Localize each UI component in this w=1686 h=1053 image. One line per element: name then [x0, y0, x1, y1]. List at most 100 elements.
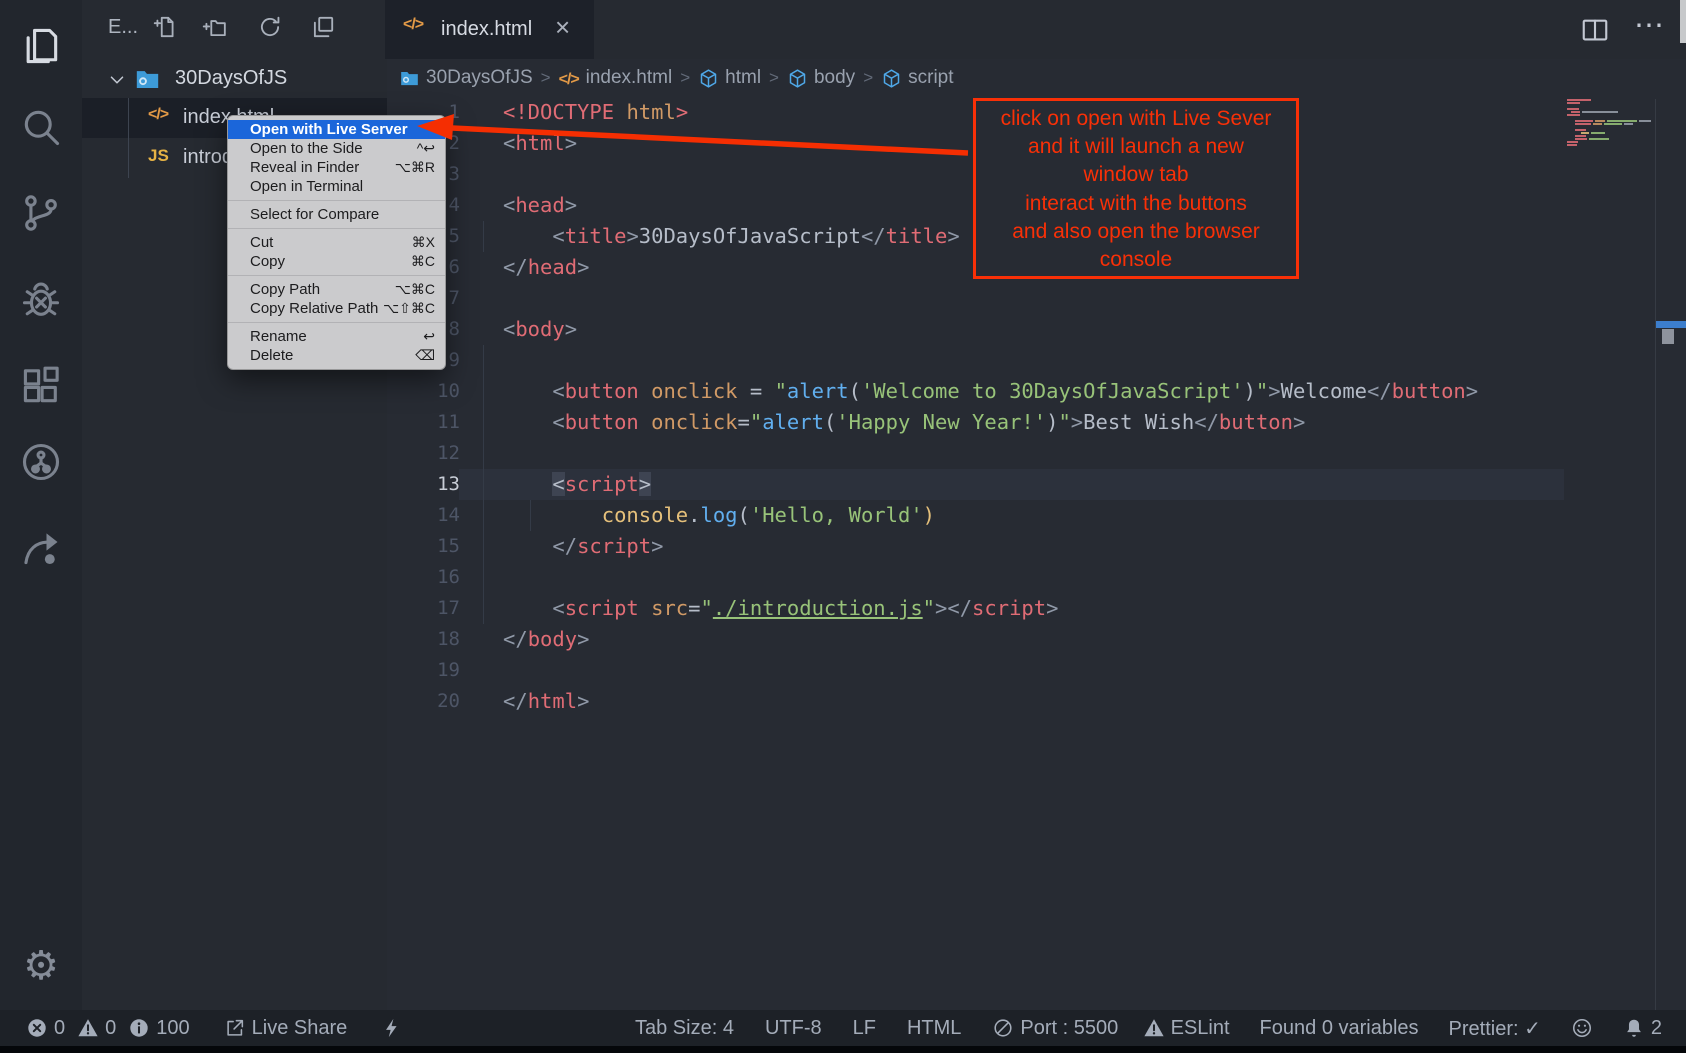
status-100[interactable]: 100	[128, 1017, 189, 1040]
status-port-5500[interactable]: Port : 5500	[992, 1017, 1118, 1040]
code-text: </head>	[503, 252, 589, 283]
code-line[interactable]: 20</html>	[387, 686, 1686, 717]
activity-live-share-circle-button[interactable]	[19, 440, 63, 484]
status-0[interactable]: 0	[26, 1017, 65, 1040]
breadcrumb-item-body[interactable]: body	[787, 67, 855, 89]
menu-item-label: Select for Compare	[250, 205, 379, 224]
menu-item-select-for-compare[interactable]: Select for Compare	[228, 205, 445, 224]
activity-share-button[interactable]	[19, 525, 63, 569]
code-line[interactable]: 12	[387, 438, 1686, 469]
code-line[interactable]: 16	[387, 562, 1686, 593]
code-text: <title>30DaysOfJavaScript</title>	[503, 221, 960, 252]
status-2[interactable]: 2	[1623, 1017, 1662, 1040]
code-text: <script>	[503, 469, 651, 500]
menu-item-open-with-live-server[interactable]: Open with Live Server	[228, 120, 445, 139]
line-number: 13	[387, 469, 460, 500]
breadcrumb-item-html[interactable]: html	[698, 67, 761, 89]
code-line[interactable]: 18</body>	[387, 624, 1686, 655]
code-line[interactable]: 14 console.log('Hello, World')	[387, 500, 1686, 531]
refresh-icon[interactable]	[257, 14, 283, 40]
live-share-circle-icon	[19, 440, 63, 484]
split-editor-icon[interactable]	[1580, 15, 1610, 45]
indent-guide	[483, 407, 484, 438]
code-line[interactable]: 17 <script src="./introduction.js"></scr…	[387, 593, 1686, 624]
code-line[interactable]: 19	[387, 655, 1686, 686]
new-folder-icon[interactable]	[201, 14, 227, 40]
menu-item-label: Reveal in Finder	[250, 158, 359, 177]
breadcrumb-item-30DaysOfJS[interactable]: 30DaysOfJS	[399, 67, 533, 89]
breadcrumb-item-index.html[interactable]: </> index.html	[559, 67, 673, 89]
activity-files-button[interactable]	[19, 24, 63, 68]
code-line[interactable]: 11 <button onclick="alert('Happy New Yea…	[387, 407, 1686, 438]
tab-index-html[interactable]: </> index.html ×	[385, 0, 594, 59]
minimap-line	[1567, 126, 1655, 128]
html-file-icon: </>	[403, 16, 427, 40]
scrollbar-thumb[interactable]	[1662, 329, 1674, 344]
breadcrumb-separator: >	[541, 68, 551, 88]
menu-item-label: Cut	[250, 233, 273, 252]
code-line[interactable]: 10 <button onclick = "alert('Welcome to …	[387, 376, 1686, 407]
close-icon[interactable]: ×	[555, 12, 570, 43]
symbol-cube-icon	[787, 68, 808, 89]
search-icon	[19, 105, 63, 149]
status-found-0-variables[interactable]: Found 0 variables	[1260, 1017, 1419, 1040]
status-0[interactable]: 0	[77, 1017, 116, 1040]
annotation-line: console	[976, 246, 1296, 274]
status-lf[interactable]: LF	[853, 1017, 876, 1040]
menu-item-copy-path[interactable]: Copy Path ⌥⌘C	[228, 280, 445, 299]
status-live-share[interactable]: Live Share	[224, 1017, 348, 1040]
code-line[interactable]: 7	[387, 283, 1686, 314]
info-icon	[128, 1017, 150, 1039]
new-file-icon[interactable]	[152, 14, 178, 40]
menu-item-shortcut: ^↩	[417, 139, 435, 158]
status-utf-8[interactable]: UTF-8	[765, 1017, 822, 1040]
menu-item-reveal-in-finder[interactable]: Reveal in Finder ⌥⌘R	[228, 158, 445, 177]
menu-separator	[228, 322, 445, 323]
symbol-cube-icon	[698, 68, 719, 89]
menu-item-copy-relative-path[interactable]: Copy Relative Path ⌥⇧⌘C	[228, 299, 445, 318]
html-file-icon: </>	[148, 106, 174, 132]
activity-gear-button[interactable]: ⚙	[19, 944, 63, 988]
menu-item-shortcut: ⌘X	[412, 233, 435, 252]
activity-source-control-button[interactable]	[19, 191, 63, 235]
status-bolt-icon[interactable]	[381, 1017, 403, 1039]
status-text: UTF-8	[765, 1017, 822, 1040]
activity-debug-button[interactable]	[19, 278, 63, 322]
code-line[interactable]: 13 <script>	[387, 469, 1686, 500]
minimap[interactable]	[1567, 99, 1655, 147]
status-smiley-icon[interactable]	[1571, 1017, 1593, 1039]
annotation-line: window tab	[976, 161, 1296, 189]
code-line[interactable]: 8<body>	[387, 314, 1686, 345]
activity-extensions-button[interactable]	[19, 364, 63, 408]
annotation-line: and also open the browser	[976, 218, 1296, 246]
tree-indent-guide	[128, 98, 129, 178]
status-text: ESLint	[1171, 1017, 1230, 1040]
annotation-line: click on open with Live Sever	[976, 105, 1296, 133]
activity-bar: ⚙	[0, 0, 82, 1010]
menu-item-shortcut: ⌥⌘C	[395, 280, 435, 299]
status-tab-size-4[interactable]: Tab Size: 4	[635, 1017, 734, 1040]
tab-label: index.html	[441, 0, 532, 59]
menu-item-open-to-the-side[interactable]: Open to the Side ^↩	[228, 139, 445, 158]
breadcrumb-item-script[interactable]: script	[881, 67, 953, 89]
js-file-icon: JS	[148, 146, 174, 172]
status-eslint[interactable]: ESLint	[1143, 1017, 1230, 1040]
bell-icon	[1623, 1017, 1645, 1039]
code-line[interactable]: 15 </script>	[387, 531, 1686, 562]
collapse-all-icon[interactable]	[310, 14, 336, 40]
menu-item-open-in-terminal[interactable]: Open in Terminal	[228, 177, 445, 196]
more-actions-icon[interactable]: ⋯	[1634, 8, 1664, 43]
status-text: 2	[1651, 1017, 1662, 1040]
status-text: Port : 5500	[1020, 1017, 1118, 1040]
context-menu: Open with Live Server Open to the Side ^…	[227, 115, 446, 370]
status-prettier-[interactable]: Prettier: ✓	[1449, 1016, 1541, 1041]
indent-guide	[483, 593, 484, 624]
menu-item-cut[interactable]: Cut ⌘X	[228, 233, 445, 252]
folder-row-30daysofjs[interactable]: 30DaysOfJS	[82, 60, 387, 98]
code-line[interactable]: 9	[387, 345, 1686, 376]
menu-item-rename[interactable]: Rename ↩	[228, 327, 445, 346]
activity-search-button[interactable]	[19, 105, 63, 149]
menu-item-copy[interactable]: Copy ⌘C	[228, 252, 445, 271]
status-html[interactable]: HTML	[907, 1017, 961, 1040]
menu-item-delete[interactable]: Delete ⌫	[228, 346, 445, 365]
